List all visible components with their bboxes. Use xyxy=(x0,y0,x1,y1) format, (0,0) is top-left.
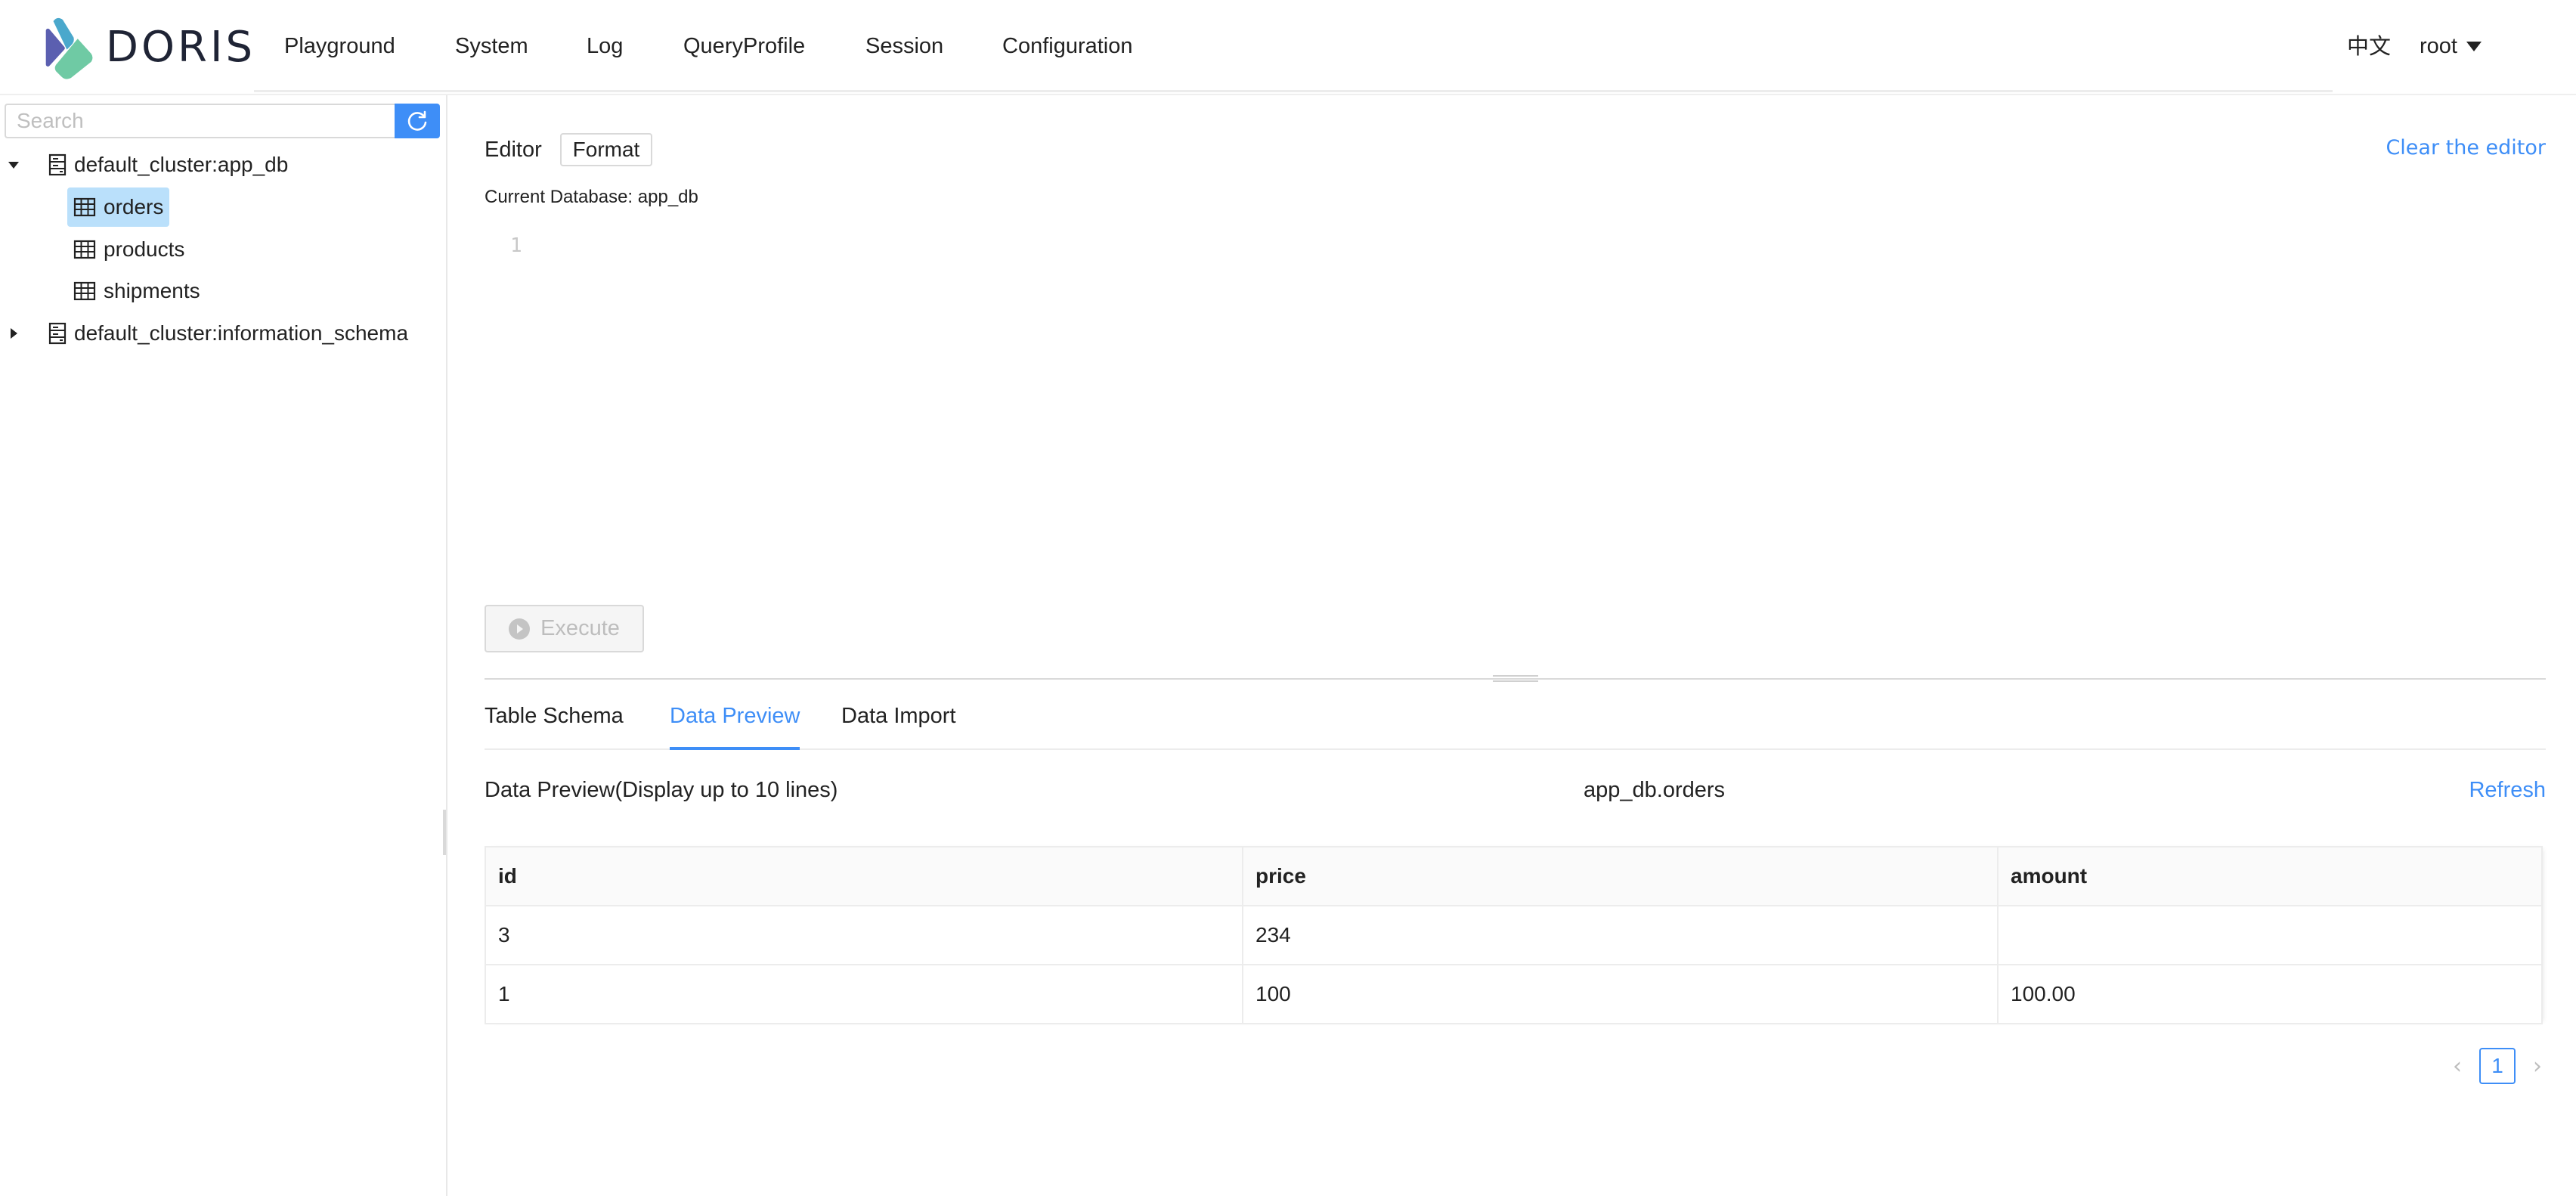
top-header: DORIS Playground System Log QueryProfile… xyxy=(0,0,2576,94)
pagination: ‹ 1 › xyxy=(2444,1048,2550,1084)
tree-node-content: default_cluster:information_schema xyxy=(42,314,414,353)
tab-table-schema[interactable]: Table Schema xyxy=(485,697,624,748)
clear-editor-link[interactable]: Clear the editor xyxy=(2386,133,2546,163)
table-cell: 100 xyxy=(1242,964,1999,1024)
refresh-icon xyxy=(407,110,427,131)
execute-button[interactable]: Execute xyxy=(485,605,644,652)
doris-logo[interactable]: DORIS xyxy=(44,11,255,83)
tree-node-label: shipments xyxy=(104,279,200,302)
result-tabs: Table Schema Data Preview Data Import xyxy=(485,697,2546,750)
execute-label: Execute xyxy=(540,616,620,640)
current-database-label: Current Database: app_db xyxy=(485,187,698,207)
tree-node-content: orders xyxy=(67,187,170,227)
nav-queryprofile[interactable]: QueryProfile xyxy=(683,27,805,65)
data-preview-table-name: app_db.orders xyxy=(1584,778,1726,802)
tree-node-label: products xyxy=(104,237,185,261)
user-name: root xyxy=(2420,34,2457,58)
nav-configuration[interactable]: Configuration xyxy=(1002,27,1133,65)
user-menu[interactable]: root xyxy=(2420,27,2482,65)
column-header: amount xyxy=(1997,846,2543,906)
caret-down-icon xyxy=(2466,41,2482,51)
table-icon xyxy=(73,281,96,301)
column-header: id xyxy=(485,846,1243,906)
nav-session[interactable]: Session xyxy=(865,27,943,65)
refresh-link[interactable]: Refresh xyxy=(2469,774,2546,806)
tree-node-label: default_cluster:app_db xyxy=(74,153,289,176)
nav-system[interactable]: System xyxy=(455,27,528,65)
tree-node-content: products xyxy=(67,230,190,269)
tab-label: Table Schema xyxy=(485,704,624,728)
tree-node-content: default_cluster:app_db xyxy=(42,145,294,184)
table-row: 3 234 xyxy=(485,905,2543,965)
data-preview-title: Data Preview(Display up to 10 lines) xyxy=(485,778,838,802)
header-divider xyxy=(254,90,2333,92)
tree-node-content: shipments xyxy=(67,271,206,311)
table-icon xyxy=(73,240,96,259)
tree-node-shipments[interactable]: shipments xyxy=(0,271,446,311)
tab-label: Data Import xyxy=(841,704,956,728)
panel-resize-handle[interactable] xyxy=(1493,673,1538,683)
search-input[interactable] xyxy=(5,104,395,138)
line-number: 1 xyxy=(510,234,522,257)
tree-node-products[interactable]: products xyxy=(0,230,446,269)
sidebar-resize-handle[interactable] xyxy=(443,810,446,855)
tree-node-label: default_cluster:information_schema xyxy=(74,321,409,345)
nav-playground[interactable]: Playground xyxy=(284,27,395,65)
tab-label: Data Preview xyxy=(670,704,800,728)
caret-right-icon xyxy=(10,328,17,339)
tree-node-orders[interactable]: orders xyxy=(0,187,446,227)
table-cell: 1 xyxy=(485,964,1243,1024)
table-cell: 3 xyxy=(485,905,1243,965)
sql-editor[interactable]: 1 xyxy=(485,222,2546,661)
table-cell: 234 xyxy=(1242,905,1999,965)
tab-data-preview[interactable]: Data Preview xyxy=(670,697,800,750)
table-row: 1 100 100.00 xyxy=(485,964,2543,1024)
format-button[interactable]: Format xyxy=(560,133,652,166)
table-icon xyxy=(73,197,96,217)
database-icon xyxy=(48,153,67,176)
tree-node-information-schema[interactable]: default_cluster:information_schema xyxy=(0,314,446,353)
tree-node-app-db[interactable]: default_cluster:app_db xyxy=(0,145,446,184)
table-cell: 100.00 xyxy=(1997,964,2543,1024)
editor-label: Editor xyxy=(485,138,542,162)
refresh-button[interactable] xyxy=(395,104,440,138)
grip-line xyxy=(1493,675,1538,677)
active-tab-indicator xyxy=(670,747,800,750)
expand-toggle[interactable] xyxy=(6,326,21,341)
search-bar xyxy=(5,104,440,138)
table-cell xyxy=(1997,905,2543,965)
caret-down-icon xyxy=(8,161,19,169)
tree-node-label: orders xyxy=(104,195,164,218)
collapse-toggle[interactable] xyxy=(6,157,21,172)
tab-data-import[interactable]: Data Import xyxy=(841,697,956,748)
nav-log[interactable]: Log xyxy=(587,27,623,65)
table-header-row: id price amount xyxy=(485,846,2543,906)
chevron-right-icon[interactable]: › xyxy=(2525,1048,2550,1084)
grip-line xyxy=(1493,680,1538,682)
language-switch[interactable]: 中文 xyxy=(2347,27,2391,65)
database-sidebar: default_cluster:app_db orders xyxy=(0,95,447,1196)
play-circle-icon xyxy=(509,618,531,640)
chevron-left-icon[interactable]: ‹ xyxy=(2444,1048,2470,1084)
main-panel: Editor Format Clear the editor Current D… xyxy=(443,95,2576,1196)
page-1-button[interactable]: 1 xyxy=(2479,1048,2516,1084)
doris-logo-icon xyxy=(45,17,93,79)
data-preview-table: id price amount 3 234 1 100 100.00 xyxy=(485,846,2543,1024)
column-header: price xyxy=(1242,846,1999,906)
logo-text: DORIS xyxy=(105,22,255,72)
database-icon xyxy=(48,322,67,345)
